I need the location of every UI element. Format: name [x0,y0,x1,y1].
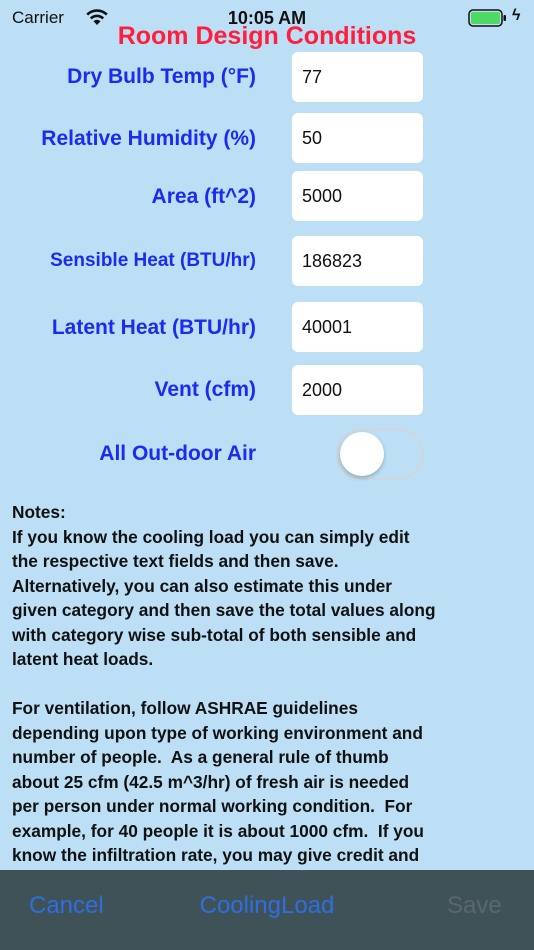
outdoor-air-toggle[interactable] [336,428,424,480]
cooling-load-button[interactable]: CoolingLoad [167,892,367,920]
toggle-knob [340,432,384,476]
vent-label: Vent (cfm) [154,378,256,401]
outdoor-air-label: All Out-door Air [99,442,256,465]
vent-input[interactable] [292,365,423,415]
bottom-toolbar: Cancel CoolingLoad Save [0,870,534,950]
area-input[interactable] [292,171,423,221]
sensible-heat-input[interactable] [292,236,423,286]
latent-heat-label: Latent Heat (BTU/hr) [51,316,256,339]
latent-heat-input[interactable] [292,302,423,352]
save-button[interactable]: Save [447,892,502,920]
relative-humidity-label: Relative Humidity (%) [41,127,256,150]
area-label: Area (ft^2) [151,185,256,208]
relative-humidity-input[interactable] [292,113,423,163]
notes-text: Notes: If you know the cooling load you … [12,502,436,890]
sensible-heat-label: Sensible Heat (BTU/hr) [50,250,256,271]
cancel-button[interactable]: Cancel [29,892,104,920]
dry-bulb-temp-label: Dry Bulb Temp (°F) [67,65,256,88]
dry-bulb-temp-input[interactable] [292,52,423,102]
page-title: Room Design Conditions [117,22,417,50]
